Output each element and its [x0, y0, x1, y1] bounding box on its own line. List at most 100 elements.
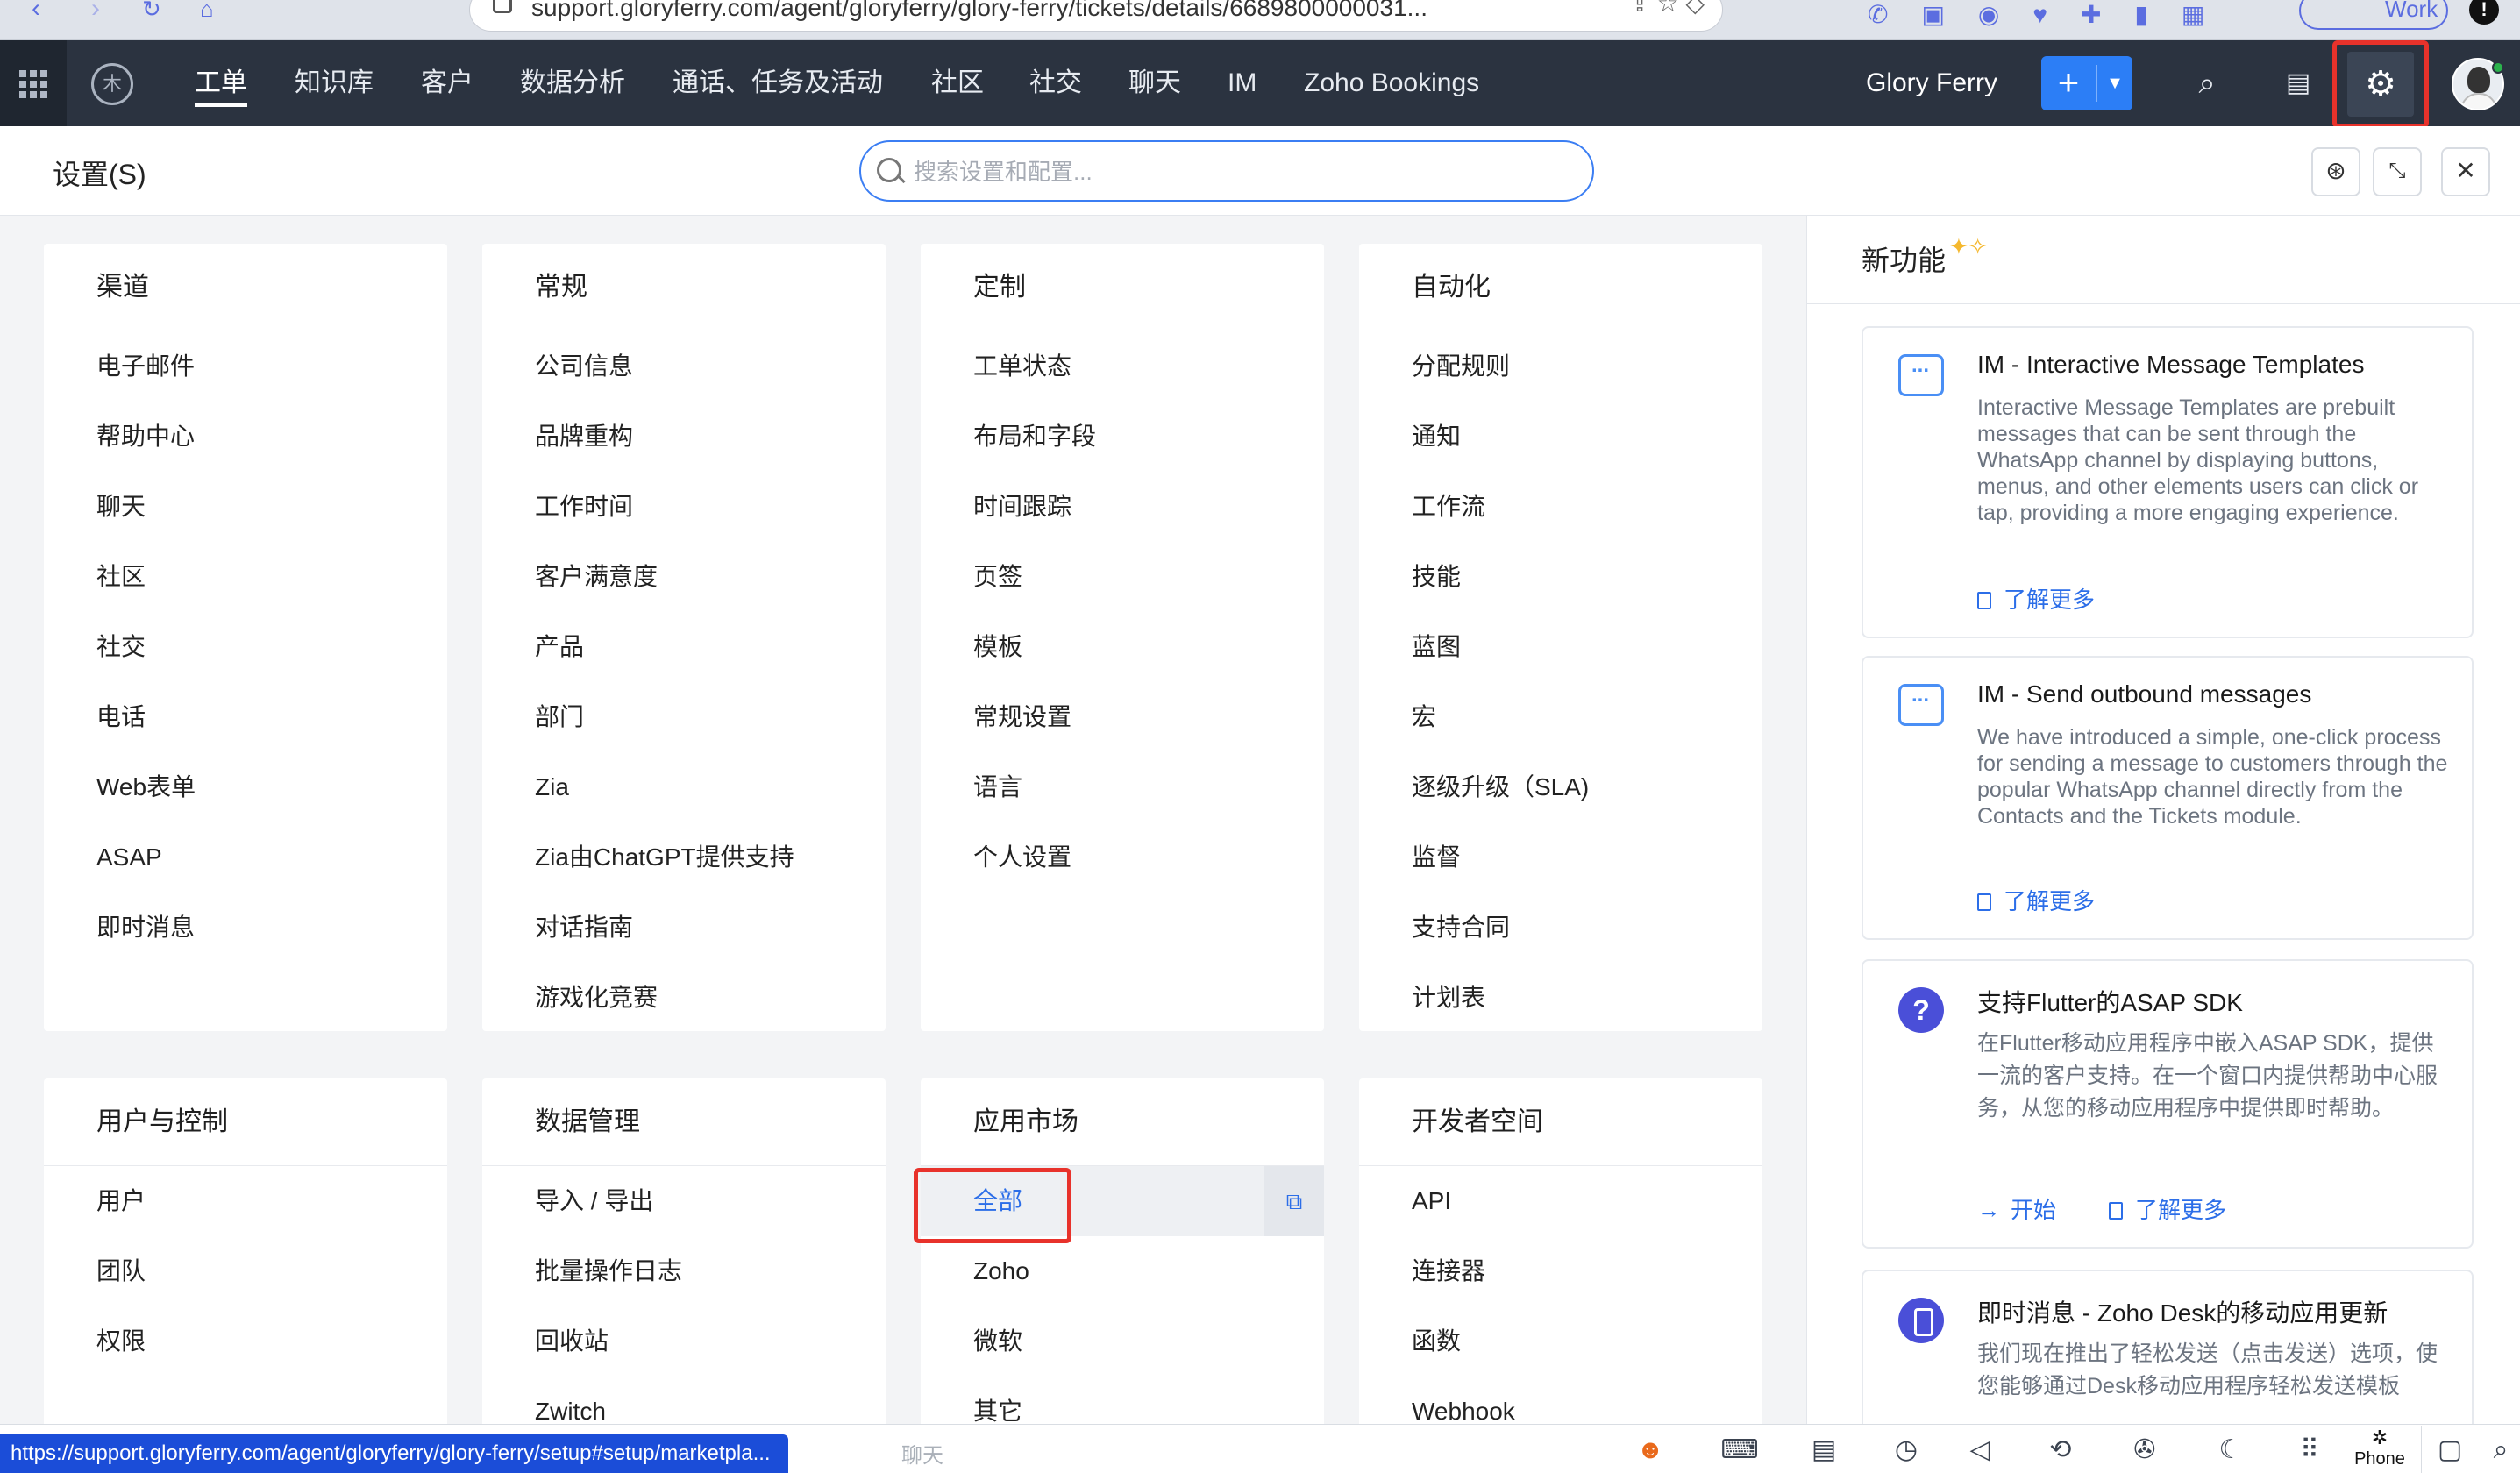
forward-icon[interactable]: ›	[91, 0, 100, 26]
settings-search[interactable]	[859, 140, 1594, 202]
setting-link[interactable]: Web表单	[44, 752, 447, 822]
gear-icon[interactable]: ⚙	[2347, 52, 2414, 117]
notifications-icon[interactable]: ▤	[2276, 61, 2320, 105]
setting-link[interactable]: 电话	[44, 682, 447, 752]
setting-link[interactable]: 批量操作日志	[482, 1236, 886, 1306]
accessibility-icon[interactable]: ✇	[2125, 1433, 2164, 1468]
setting-link[interactable]: 客户满意度	[482, 542, 886, 612]
search-input[interactable]	[914, 154, 1563, 189]
chevron-down-icon[interactable]: ▼	[2097, 56, 2132, 110]
setting-link[interactable]: 宏	[1359, 682, 1762, 752]
tab-zoho-bookings[interactable]: Zoho Bookings	[1304, 40, 1479, 126]
learn-more-link[interactable]: 了解更多	[1977, 884, 2095, 916]
history-icon[interactable]: ⟲	[2041, 1433, 2080, 1468]
setting-link[interactable]: 其它	[921, 1377, 1324, 1424]
setting-link[interactable]: 逐级升级（SLA)	[1359, 752, 1762, 822]
setting-link[interactable]: Zwitch	[482, 1377, 886, 1424]
dark-mode-icon[interactable]: ☾	[2211, 1433, 2250, 1468]
address-bar[interactable]: support.gloryferry.com/agent/gloryferry/…	[469, 0, 1723, 32]
setting-link[interactable]: ASAP	[44, 822, 447, 893]
setting-link[interactable]: 微软	[921, 1306, 1324, 1377]
collapse-icon[interactable]: ⤡	[2373, 147, 2422, 196]
setting-link[interactable]: 电子邮件	[44, 331, 447, 402]
tab-analytics[interactable]: 数据分析	[520, 40, 625, 126]
setting-link[interactable]: Webhook	[1359, 1377, 1762, 1424]
setting-link[interactable]: 公司信息	[482, 331, 886, 402]
add-new-button[interactable]: + ▼	[2041, 56, 2132, 110]
external-link-icon[interactable]: ⧉	[1264, 1166, 1324, 1236]
setting-link[interactable]: 计划表	[1359, 963, 1762, 1033]
tab-tickets[interactable]: 工单	[195, 40, 247, 126]
search-icon[interactable]: ⌕	[2185, 61, 2229, 105]
setting-link[interactable]: 布局和字段	[921, 402, 1324, 472]
bookmark-star-icon[interactable]: ⇪ ☆ ◇	[1629, 0, 1705, 18]
brand-logo[interactable]: 木	[91, 63, 133, 105]
tab-community[interactable]: 社区	[931, 40, 984, 126]
tab-knowledge-base[interactable]: 知识库	[295, 40, 374, 126]
app-launcher-button[interactable]	[0, 40, 67, 126]
setting-link[interactable]: 聊天	[44, 472, 447, 542]
setting-link[interactable]: 社区	[44, 542, 447, 612]
clock-icon[interactable]: ◷	[1887, 1433, 1926, 1468]
setting-link[interactable]: 工作流	[1359, 472, 1762, 542]
learn-more-link[interactable]: 了解更多	[1977, 582, 2095, 615]
setting-link[interactable]: 常规设置	[921, 682, 1324, 752]
tab-im[interactable]: IM	[1228, 40, 1256, 126]
help-icon[interactable]: ⊛	[2311, 147, 2360, 196]
plus-icon[interactable]: +	[2041, 56, 2096, 110]
tab-customers[interactable]: 客户	[421, 40, 473, 126]
home-icon[interactable]: ⌂	[200, 0, 214, 26]
setting-link[interactable]: 通知	[1359, 402, 1762, 472]
setting-link[interactable]: 团队	[44, 1236, 447, 1306]
tab-activities[interactable]: 通话、任务及活动	[673, 40, 883, 126]
setting-link[interactable]: 社交	[44, 612, 447, 682]
profile-button[interactable]: Work	[2299, 0, 2448, 30]
setting-link[interactable]: 帮助中心	[44, 402, 447, 472]
tab-chat[interactable]: 聊天	[1128, 40, 1181, 126]
megaphone-icon[interactable]: ◁	[1961, 1433, 1999, 1468]
close-icon[interactable]: ✕	[2441, 147, 2490, 196]
setting-link[interactable]: 对话指南	[482, 893, 886, 963]
notes-icon[interactable]: ▤	[1805, 1433, 1843, 1468]
setting-link[interactable]: 个人设置	[921, 822, 1324, 893]
setting-link[interactable]: 支持合同	[1359, 893, 1762, 963]
setting-link[interactable]: 函数	[1359, 1306, 1762, 1377]
setting-link[interactable]: 导入 / 导出	[482, 1166, 886, 1236]
setting-link[interactable]: 品牌重构	[482, 402, 886, 472]
start-link[interactable]: → 开始	[1977, 1192, 2056, 1225]
setting-link[interactable]: 工单状态	[921, 331, 1324, 402]
setting-link[interactable]: 蓝图	[1359, 612, 1762, 682]
setting-link[interactable]: 即时消息	[44, 893, 447, 963]
setting-link[interactable]: Zia由ChatGPT提供支持	[482, 822, 886, 893]
setting-link[interactable]: 监督	[1359, 822, 1762, 893]
setting-link[interactable]: 回收站	[482, 1306, 886, 1377]
marketplace-all-link[interactable]: 全部 ⧉	[914, 1166, 1324, 1243]
chat-bubbles-icon[interactable]: ▢	[2431, 1433, 2469, 1468]
back-icon[interactable]: ‹	[32, 0, 40, 26]
search-icon[interactable]: ⌕	[2481, 1433, 2520, 1468]
phone-button[interactable]: ✲ Phone	[2338, 1426, 2422, 1473]
setting-link[interactable]: 部门	[482, 682, 886, 752]
setting-link[interactable]: 时间跟踪	[921, 472, 1324, 542]
bot-icon[interactable]: ☻	[1631, 1433, 1669, 1468]
keyboard-icon[interactable]: ⌨	[1720, 1433, 1759, 1468]
setting-link[interactable]: 游戏化竞赛	[482, 963, 886, 1033]
setting-link[interactable]: 语言	[921, 752, 1324, 822]
setting-link[interactable]: 页签	[921, 542, 1324, 612]
setting-link[interactable]: 工作时间	[482, 472, 886, 542]
setting-link[interactable]: 产品	[482, 612, 886, 682]
chat-tab-label[interactable]: 聊天	[901, 1438, 943, 1469]
reload-icon[interactable]: ↻	[142, 0, 161, 26]
setting-link[interactable]: 连接器	[1359, 1236, 1762, 1306]
dialpad-icon[interactable]: ⠿	[2290, 1433, 2329, 1468]
learn-more-link[interactable]: 了解更多	[2109, 1192, 2226, 1225]
setting-link[interactable]: 权限	[44, 1306, 447, 1377]
setting-link[interactable]: Zoho	[921, 1236, 1324, 1306]
setting-link[interactable]: API	[1359, 1166, 1762, 1236]
setting-link[interactable]: 分配规则	[1359, 331, 1762, 402]
setting-link[interactable]: Zia	[482, 752, 886, 822]
extension-icons[interactable]: ✆▣◉♥✚▮▦	[1868, 0, 2238, 29]
info-icon[interactable]: !	[2469, 0, 2499, 25]
org-name[interactable]: Glory Ferry	[1866, 40, 1997, 126]
tab-social[interactable]: 社交	[1029, 40, 1082, 126]
